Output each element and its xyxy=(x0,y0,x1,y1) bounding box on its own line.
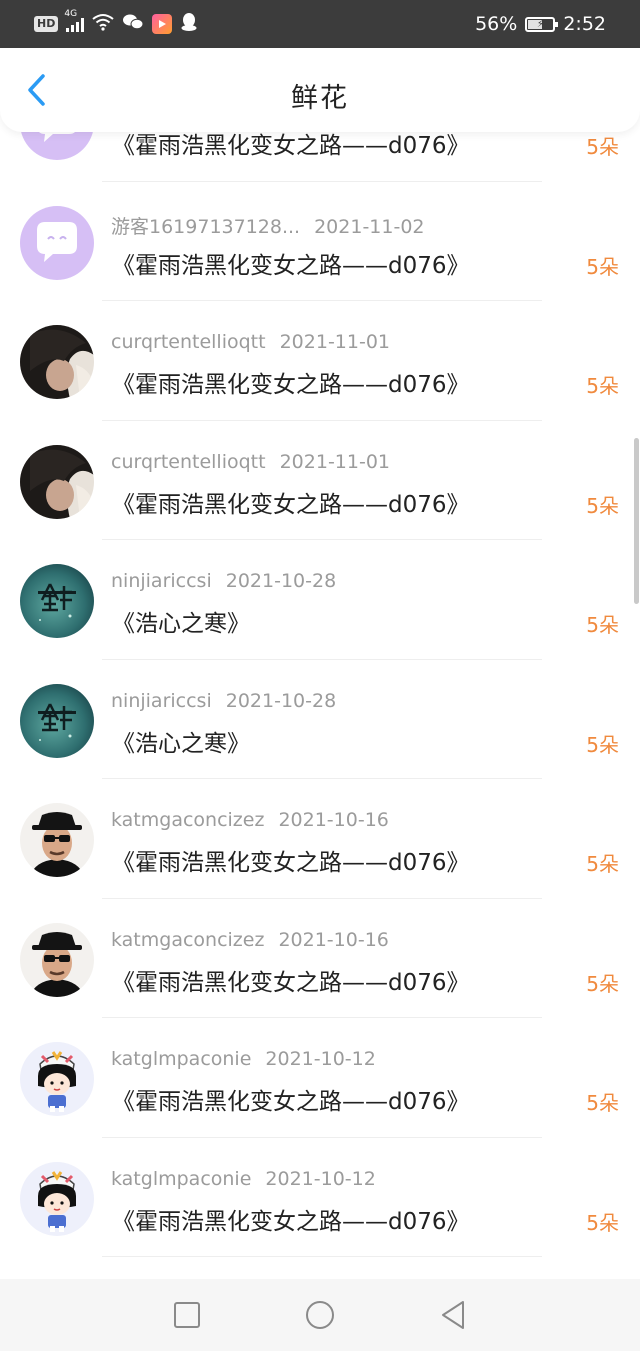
flower-record-list: 《霍雨浩黑化变女之路——d076》 5朵 游客16197137128... 2021-… xyxy=(0,62,640,1257)
work-title: 《霍雨浩黑化变女之路——d076》 xyxy=(112,969,470,996)
date: 2021-11-01 xyxy=(279,450,391,473)
item-meta: curqrtentellioqtt 2021-11-01 xyxy=(111,451,390,473)
item-meta: katglmpaconie 2021-10-12 xyxy=(111,1168,376,1190)
item-meta: curqrtentellioqtt 2021-11-01 xyxy=(111,331,390,353)
item-meta: ninjiariccsi 2021-10-28 xyxy=(111,570,336,592)
work-title: 《霍雨浩黑化变女之路——d076》 xyxy=(112,1208,470,1235)
list-item[interactable]: ninjiariccsi 2021-10-28 《浩心之寒》 5朵 xyxy=(0,540,640,660)
item-meta: katglmpaconie 2021-10-12 xyxy=(111,1048,376,1070)
work-title: 《浩心之寒》 xyxy=(112,611,250,637)
page-title: 鲜花 xyxy=(291,83,349,114)
home-button[interactable] xyxy=(300,1295,340,1335)
flower-amount: 5朵 xyxy=(586,852,619,876)
avatar[interactable] xyxy=(20,205,94,280)
list-item[interactable]: curqrtentellioqtt 2021-11-01 《霍雨浩黑化变女之路——d… xyxy=(0,301,640,421)
username: katmgaconcizez xyxy=(111,809,265,831)
flower-amount: 5朵 xyxy=(586,1091,619,1115)
system-navbar xyxy=(0,1279,640,1351)
date: 2021-10-16 xyxy=(278,809,389,831)
back-triangle-icon xyxy=(442,1301,465,1329)
item-meta: katmgaconcizez 2021-10-16 xyxy=(111,929,389,951)
app-icon xyxy=(152,14,173,34)
list-item[interactable]: 游客16197137128... 2021-11-02 《霍雨浩黑化变女之路——d0… xyxy=(0,182,640,301)
work-title: 《霍雨浩黑化变女之路——d076》 xyxy=(112,491,470,518)
network-type: 4G xyxy=(64,9,78,19)
work-title: 《霍雨浩黑化变女之路——d076》 xyxy=(112,372,470,398)
list-item[interactable]: ninjiariccsi 2021-10-28 《浩心之寒》 5朵 xyxy=(0,660,640,779)
avatar[interactable] xyxy=(20,683,94,758)
flower-amount: 5朵 xyxy=(586,613,619,637)
clock: 2:52 xyxy=(563,13,606,35)
avatar[interactable] xyxy=(20,564,94,638)
battery-percent: 56% xyxy=(475,13,518,35)
work-title: 《浩心之寒》 xyxy=(112,730,250,757)
avatar[interactable] xyxy=(20,1042,94,1116)
avatar[interactable] xyxy=(20,803,94,877)
item-meta: 游客16197137128... 2021-11-02 xyxy=(111,212,425,239)
avatar[interactable] xyxy=(20,1161,94,1236)
recent-apps-icon xyxy=(173,1302,200,1328)
item-meta: ninjiariccsi 2021-10-28 xyxy=(111,690,336,712)
home-icon xyxy=(305,1301,334,1329)
flower-amount: 5朵 xyxy=(586,971,619,996)
date: 2021-10-12 xyxy=(265,1048,376,1070)
scrollbar[interactable] xyxy=(634,438,639,604)
flower-amount: 5朵 xyxy=(586,254,619,279)
status-bar: HD 4G 56% ⚡ 2:52 xyxy=(0,0,640,48)
date: 2021-10-12 xyxy=(265,1167,376,1190)
list-item[interactable]: katmgaconcizez 2021-10-16 《霍雨浩黑化变女之路——d076… xyxy=(0,899,640,1018)
qq-icon xyxy=(180,12,198,37)
recent-apps-button[interactable] xyxy=(167,1295,207,1335)
flower-amount: 5朵 xyxy=(586,374,619,398)
item-meta: katmgaconcizez 2021-10-16 xyxy=(111,809,389,831)
divider xyxy=(102,1256,542,1257)
back-nav-button[interactable] xyxy=(433,1295,473,1335)
avatar[interactable] xyxy=(20,444,94,519)
battery-icon: ⚡ xyxy=(525,16,559,32)
flower-amount: 5朵 xyxy=(586,732,619,757)
avatar[interactable] xyxy=(20,325,94,399)
username: katmgaconcizez xyxy=(111,928,265,951)
wifi-icon xyxy=(92,13,114,36)
work-title: 《霍雨浩黑化变女之路——d076》 xyxy=(112,1089,470,1115)
username: katglmpaconie xyxy=(111,1167,252,1190)
username: curqrtentellioqtt xyxy=(111,450,266,473)
date: 2021-10-28 xyxy=(225,689,337,712)
list-item[interactable]: katglmpaconie 2021-10-12 《霍雨浩黑化变女之路——d076》… xyxy=(0,1018,640,1138)
list-item[interactable]: curqrtentellioqtt 2021-11-01 《霍雨浩黑化变女之路——d… xyxy=(0,421,640,540)
header: 鲜花 xyxy=(0,48,640,132)
flower-amount: 5朵 xyxy=(586,1210,619,1235)
username: curqrtentellioqtt xyxy=(111,331,266,353)
work-title: 《霍雨浩黑化变女之路——d076》 xyxy=(112,252,470,279)
date: 2021-10-28 xyxy=(225,570,337,592)
list-item[interactable]: katmgaconcizez 2021-10-16 《霍雨浩黑化变女之路——d076… xyxy=(0,779,640,899)
list-item[interactable]: katglmpaconie 2021-10-12 《霍雨浩黑化变女之路——d076》… xyxy=(0,1138,640,1257)
signal-icon: 4G xyxy=(64,9,85,32)
avatar[interactable] xyxy=(20,922,94,997)
wechat-icon xyxy=(122,13,144,36)
username: 游客16197137128... xyxy=(111,215,301,238)
date: 2021-11-01 xyxy=(279,331,391,353)
flower-amount: 5朵 xyxy=(586,493,619,518)
date: 2021-11-02 xyxy=(314,215,425,238)
username: ninjiariccsi xyxy=(111,570,212,592)
flower-amount: 5朵 xyxy=(586,135,619,159)
date: 2021-10-16 xyxy=(278,928,389,951)
work-title: 《霍雨浩黑化变女之路——d076》 xyxy=(112,850,470,876)
username: katglmpaconie xyxy=(111,1048,252,1070)
username: ninjiariccsi xyxy=(111,689,212,712)
hd-icon: HD xyxy=(34,16,59,32)
